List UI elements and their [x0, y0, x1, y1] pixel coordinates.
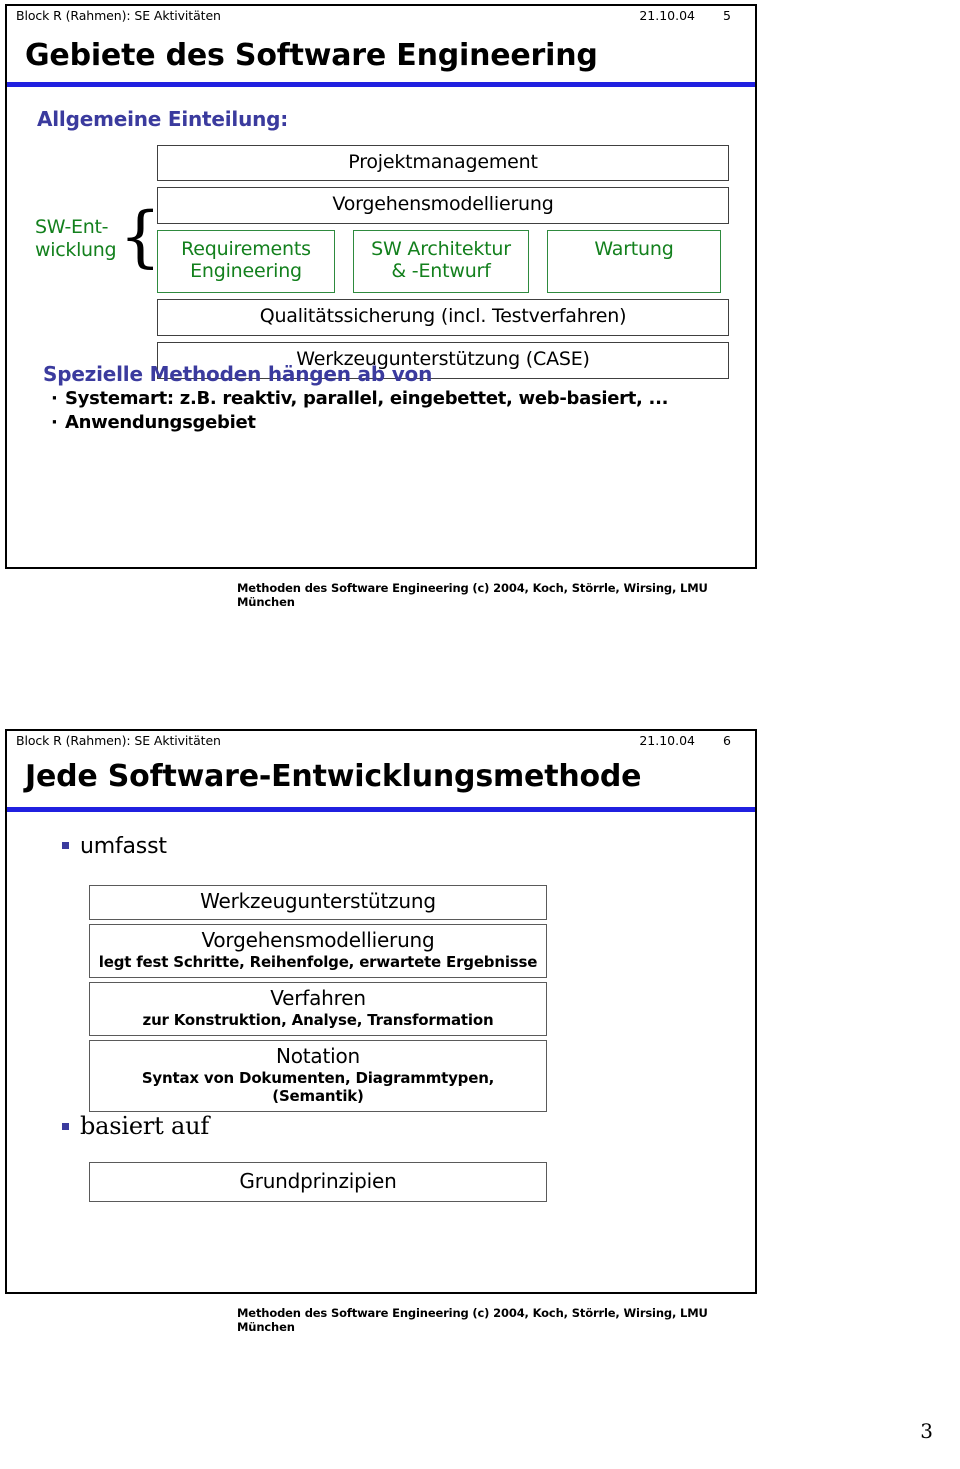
spezielle-methoden-bullet-list: · Systemart: z.B. reaktiv, parallel, ein…	[51, 387, 668, 436]
slide-header-subject: Block R (Rahmen): SE Aktivitäten	[16, 733, 221, 748]
sw-entwicklung-label-line1: SW-Ent-	[35, 216, 109, 239]
bullet-dot-icon: ·	[51, 411, 58, 433]
diagram-box-line1: SW Architektur	[371, 238, 511, 261]
diagram-box-line2: Engineering	[190, 260, 302, 283]
document-page-number: 3	[920, 1419, 933, 1443]
diagram-box-line1: Wartung	[594, 238, 674, 261]
stack-box-grundprinzipien: Grundprinzipien	[89, 1161, 547, 1202]
slide-header-page-number: 5	[723, 8, 731, 23]
slide-header: Block R (Rahmen): SE Aktivitäten 21.10.0…	[7, 6, 755, 32]
slide-header-subject: Block R (Rahmen): SE Aktivitäten	[16, 8, 221, 23]
diagram-row-sw-entwicklung: Requirements Engineering SW Architektur …	[157, 230, 729, 293]
diagram-box-projektmanagement: Projektmanagement	[157, 144, 729, 182]
list-item-basiert-auf: basiert auf	[62, 1112, 209, 1140]
slide-footer-copyright: Methoden des Software Engineering (c) 20…	[237, 580, 708, 609]
list-item: · Systemart: z.B. reaktiv, parallel, ein…	[51, 387, 668, 411]
bullet-square-icon	[62, 1122, 69, 1130]
se-areas-diagram: Projektmanagement Vorgehensmodellierung …	[157, 144, 729, 385]
curly-brace-icon: {	[119, 197, 162, 275]
bullet-dot-icon: ·	[51, 387, 58, 409]
slide-body: Allgemeine Einteilung: Projektmanagement…	[7, 87, 755, 617]
diagram-box-requirements-engineering: Requirements Engineering	[157, 230, 335, 293]
stack-box-title: Notation	[275, 1043, 360, 1068]
stack-box-subtitle: legt fest Schritte, Reihenfolge, erwarte…	[98, 952, 538, 971]
stack-box-title: Verfahren	[270, 985, 366, 1010]
diagram-box-vorgehensmodellierung: Vorgehensmodellierung	[157, 187, 729, 225]
stack-box-werkzeugunterstuetzung: Werkzeugunterstützung	[89, 884, 547, 920]
section-heading-allgemeine-einteilung: Allgemeine Einteilung:	[37, 106, 289, 131]
slide-header-date: 21.10.04	[639, 733, 695, 748]
page-title: Jede Software-Entwicklungsmethode	[25, 759, 642, 794]
diagram-box-line1: Requirements	[181, 238, 311, 261]
page-title: Gebiete des Software Engineering	[25, 38, 598, 73]
diagram-box-qualitaetssicherung: Qualitätssicherung (incl. Testverfahren)	[157, 298, 729, 336]
slide-header-page-number: 6	[723, 733, 731, 748]
diagram-box-sw-architektur-entwurf: SW Architektur & -Entwurf	[353, 230, 529, 293]
sw-entwicklung-brace-group: SW-Ent- wicklung {	[35, 203, 161, 269]
diagram-box-line2: & -Entwurf	[391, 260, 491, 283]
stack-box-verfahren: Verfahren zur Konstruktion, Analyse, Tra…	[89, 981, 547, 1036]
list-item-umfasst: umfasst	[62, 834, 167, 859]
method-components-stack: Werkzeugunterstützung Vorgehensmodellier…	[89, 884, 547, 1116]
stack-box-subtitle: zur Konstruktion, Analyse, Transformatio…	[142, 1010, 494, 1029]
diagram-box-wartung: Wartung	[547, 230, 721, 293]
slide-header-date: 21.10.04	[639, 8, 695, 23]
list-item-label: umfasst	[80, 833, 167, 859]
slide-header: Block R (Rahmen): SE Aktivitäten 21.10.0…	[7, 731, 755, 757]
list-item-label: basiert auf	[80, 1111, 210, 1140]
sw-entwicklung-label: SW-Ent- wicklung	[35, 216, 117, 262]
slide-gebiete-des-software-engineering: Block R (Rahmen): SE Aktivitäten 21.10.0…	[5, 4, 757, 609]
list-item-label: Systemart: z.B. reaktiv, parallel, einge…	[65, 387, 669, 409]
bullet-square-icon	[62, 841, 69, 849]
stack-box-subtitle: Syntax von Dokumenten, Diagrammtypen, (S…	[141, 1068, 495, 1105]
list-item-label: Anwendungsgebiet	[65, 411, 256, 433]
slide-footer-copyright: Methoden des Software Engineering (c) 20…	[237, 1305, 708, 1334]
stack-box-notation: Notation Syntax von Dokumenten, Diagramm…	[89, 1039, 547, 1112]
slide-jede-software-entwicklungsmethode: Block R (Rahmen): SE Aktivitäten 21.10.0…	[5, 729, 757, 1334]
sw-entwicklung-label-line2: wicklung	[35, 238, 117, 261]
list-item: · Anwendungsgebiet	[51, 411, 668, 435]
stack-box-vorgehensmodellierung: Vorgehensmodellierung legt fest Schritte…	[89, 923, 547, 978]
section-heading-spezielle-methoden: Spezielle Methoden hängen ab von	[43, 361, 433, 386]
stack-box-title: Werkzeugunterstützung	[200, 888, 436, 913]
slide-body: umfasst Werkzeugunterstützung Vorgehensm…	[7, 812, 755, 1342]
stack-box-title: Vorgehensmodellierung	[201, 927, 435, 952]
